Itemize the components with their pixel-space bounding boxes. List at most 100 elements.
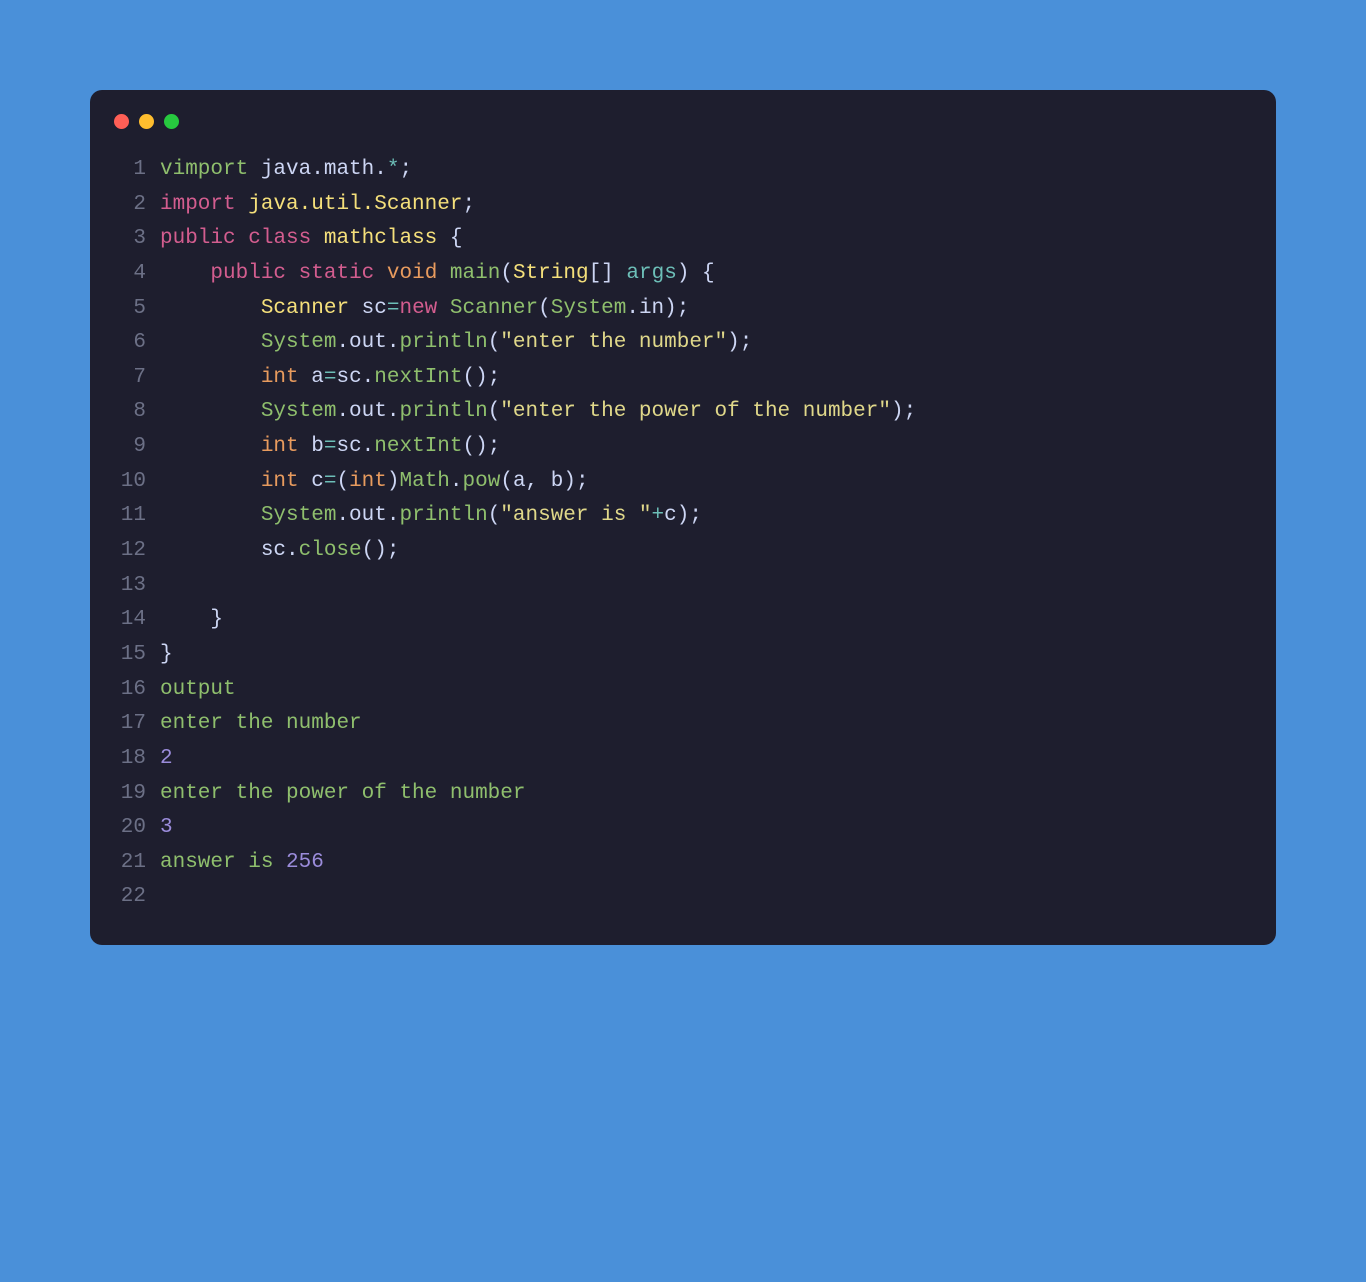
code-token bbox=[160, 574, 261, 597]
code-token: main bbox=[450, 262, 500, 285]
line-content: output bbox=[160, 673, 1276, 708]
line-number: 2 bbox=[90, 188, 160, 223]
code-token: math bbox=[324, 158, 374, 181]
code-token: .out. bbox=[336, 400, 399, 423]
code-token: Math bbox=[400, 470, 450, 493]
line-content: public static void main(String[] args) { bbox=[160, 257, 1276, 292]
minimize-icon[interactable] bbox=[139, 114, 154, 129]
code-token: int bbox=[261, 435, 299, 458]
code-line: 16output bbox=[90, 673, 1276, 708]
code-line: 13 bbox=[90, 569, 1276, 604]
code-line: 6 System.out.println("enter the number")… bbox=[90, 326, 1276, 361]
code-token: vimport bbox=[160, 158, 248, 181]
line-number: 9 bbox=[90, 430, 160, 465]
line-content: System.out.println("enter the power of t… bbox=[160, 395, 1276, 430]
code-token: = bbox=[387, 297, 400, 320]
code-line: 2import java.util.Scanner; bbox=[90, 188, 1276, 223]
code-token: void bbox=[387, 262, 437, 285]
code-token: . bbox=[311, 158, 324, 181]
line-number: 6 bbox=[90, 326, 160, 361]
code-token: public bbox=[210, 262, 286, 285]
code-token: } bbox=[160, 643, 173, 666]
code-token: nextInt bbox=[374, 435, 462, 458]
code-line: 8 System.out.println("enter the power of… bbox=[90, 395, 1276, 430]
code-line: 3public class mathclass { bbox=[90, 222, 1276, 257]
line-number: 10 bbox=[90, 465, 160, 500]
code-token: (a, b); bbox=[500, 470, 588, 493]
code-token: ; bbox=[462, 193, 475, 216]
code-token bbox=[160, 400, 261, 423]
code-token: int bbox=[261, 366, 299, 389]
code-token: ( bbox=[538, 297, 551, 320]
line-number: 3 bbox=[90, 222, 160, 257]
code-token: (); bbox=[362, 539, 400, 562]
line-content: enter the power of the number bbox=[160, 777, 1276, 812]
code-editor[interactable]: 1vimport java.math.*;2import java.util.S… bbox=[90, 153, 1276, 915]
line-number: 17 bbox=[90, 707, 160, 742]
code-token: ( bbox=[488, 504, 501, 527]
code-token: "answer is " bbox=[500, 504, 651, 527]
line-content: System.out.println("enter the number"); bbox=[160, 326, 1276, 361]
line-content: int c=(int)Math.pow(a, b); bbox=[160, 465, 1276, 500]
code-line: 1vimport java.math.*; bbox=[90, 153, 1276, 188]
code-token: ; bbox=[399, 158, 412, 181]
code-line: 10 int c=(int)Math.pow(a, b); bbox=[90, 465, 1276, 500]
line-content: int a=sc.nextInt(); bbox=[160, 361, 1276, 396]
code-token bbox=[160, 435, 261, 458]
code-token: "enter the number" bbox=[500, 331, 727, 354]
code-token: { bbox=[437, 227, 462, 250]
code-token bbox=[160, 262, 210, 285]
line-number: 8 bbox=[90, 395, 160, 430]
code-token: public bbox=[160, 227, 236, 250]
line-number: 7 bbox=[90, 361, 160, 396]
code-token: .out. bbox=[336, 504, 399, 527]
code-token bbox=[160, 331, 261, 354]
code-token: String bbox=[513, 262, 589, 285]
code-token: . bbox=[450, 470, 463, 493]
code-token: b bbox=[299, 435, 324, 458]
code-token: sc bbox=[349, 297, 387, 320]
code-token: enter the bbox=[160, 712, 286, 735]
code-token: int bbox=[261, 470, 299, 493]
line-content: public class mathclass { bbox=[160, 222, 1276, 257]
line-content: sc.close(); bbox=[160, 534, 1276, 569]
code-token: .in); bbox=[626, 297, 689, 320]
line-number: 13 bbox=[90, 569, 160, 604]
code-window: 1vimport java.math.*;2import java.util.S… bbox=[90, 90, 1276, 945]
code-line: 5 Scanner sc=new Scanner(System.in); bbox=[90, 292, 1276, 327]
maximize-icon[interactable] bbox=[164, 114, 179, 129]
code-token bbox=[160, 366, 261, 389]
code-token: ) { bbox=[677, 262, 715, 285]
code-line: 22 bbox=[90, 880, 1276, 915]
code-token: 256 bbox=[286, 851, 324, 874]
code-token bbox=[286, 262, 299, 285]
code-token bbox=[311, 227, 324, 250]
code-token: = bbox=[324, 435, 337, 458]
code-token: sc. bbox=[336, 366, 374, 389]
code-token: output bbox=[160, 678, 236, 701]
line-number: 11 bbox=[90, 499, 160, 534]
code-token: . bbox=[374, 158, 387, 181]
code-token: class bbox=[248, 227, 311, 250]
code-token: println bbox=[399, 504, 487, 527]
code-token: System bbox=[261, 331, 337, 354]
line-content bbox=[160, 569, 1276, 604]
line-content: int b=sc.nextInt(); bbox=[160, 430, 1276, 465]
code-token: java bbox=[248, 158, 311, 181]
code-token: c bbox=[299, 470, 324, 493]
code-token: 3 bbox=[160, 816, 173, 839]
code-token: = bbox=[324, 366, 337, 389]
code-line: 21answer is 256 bbox=[90, 846, 1276, 881]
line-number: 12 bbox=[90, 534, 160, 569]
window-titlebar bbox=[90, 114, 1276, 153]
code-token: ) bbox=[387, 470, 400, 493]
code-token: enter the power of the bbox=[160, 782, 450, 805]
code-token bbox=[236, 227, 249, 250]
code-token: ); bbox=[727, 331, 752, 354]
code-line: 182 bbox=[90, 742, 1276, 777]
code-token bbox=[236, 193, 249, 216]
line-content bbox=[160, 880, 1276, 915]
code-line: 4 public static void main(String[] args)… bbox=[90, 257, 1276, 292]
code-token: [] bbox=[589, 262, 627, 285]
close-icon[interactable] bbox=[114, 114, 129, 129]
